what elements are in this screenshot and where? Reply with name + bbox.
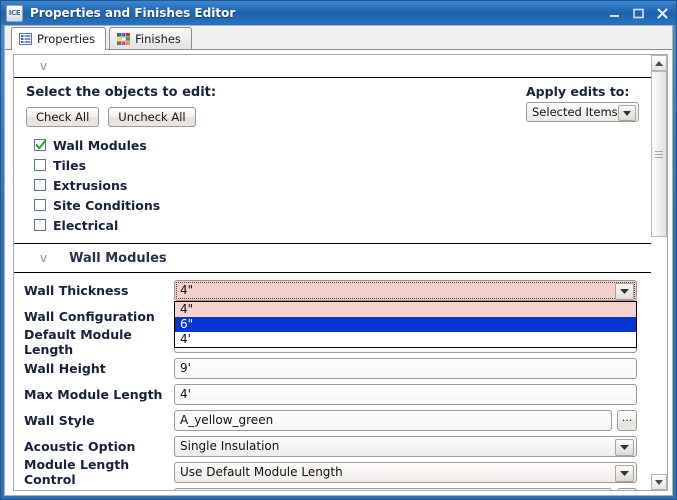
scrollbar-thumb[interactable] (651, 71, 667, 237)
tab-finishes-label: Finishes (135, 31, 181, 46)
input-max-module-length-value: 4' (180, 387, 191, 401)
scrollbar-track[interactable] (651, 71, 667, 474)
combo-module-length-control[interactable]: Use Default Module Length (174, 461, 637, 483)
panel-body: v Select the objects to edit: Apply edit… (5, 50, 672, 495)
checkbox-site-conditions[interactable] (34, 199, 46, 211)
tab-properties-label: Properties (37, 32, 96, 46)
scroll-down-button[interactable] (651, 474, 667, 490)
palette-icon (117, 32, 131, 45)
window-controls (607, 1, 670, 25)
client-area: Properties Finishes v Select the objects… (4, 25, 673, 496)
dropdown-option-2[interactable]: 4' (175, 332, 636, 347)
checkbox-label-electrical: Electrical (53, 217, 119, 233)
row-max-module-length: Max Module Length 4' (14, 381, 651, 407)
control-partial-next (174, 487, 637, 490)
properties-form: Wall Thickness 4" 4" 6" 4' Wall Configur… (14, 273, 651, 490)
browse-wall-style-button[interactable]: ... (617, 409, 637, 431)
checkbox-extrusions[interactable] (34, 179, 46, 191)
row-wall-height: Wall Height 9' (14, 355, 651, 381)
label-wall-configuration: Wall Configuration (24, 308, 155, 324)
checkbox-row-tiles[interactable]: Tiles (34, 155, 639, 175)
chevron-down-icon[interactable] (615, 464, 634, 482)
minimize-button[interactable] (607, 6, 622, 21)
input-partial-next[interactable] (174, 487, 612, 490)
tab-finishes[interactable]: Finishes (109, 27, 192, 49)
combo-wall-thickness-value: 4" (180, 283, 194, 297)
checkbox-row-electrical[interactable]: Electrical (34, 215, 639, 235)
input-wall-style[interactable]: A_yellow_green (174, 409, 612, 431)
checkbox-label-site-conditions: Site Conditions (53, 197, 161, 213)
select-objects-block: Select the objects to edit: Apply edits … (14, 78, 651, 235)
input-wall-style-value: A_yellow_green (180, 413, 274, 427)
chevron-down-icon[interactable]: v (40, 60, 47, 72)
checkbox-wall-modules[interactable] (34, 139, 47, 151)
form-inner: v Select the objects to edit: Apply edit… (14, 55, 651, 490)
tab-properties[interactable]: Properties (11, 27, 107, 50)
input-wall-height-value: 9' (180, 361, 191, 375)
label-wall-style: Wall Style (24, 412, 95, 428)
checkbox-row-extrusions[interactable]: Extrusions (34, 175, 639, 195)
vertical-scrollbar[interactable] (651, 54, 668, 491)
chevron-down-icon[interactable] (618, 105, 636, 121)
chevron-down-icon[interactable] (615, 282, 634, 300)
combo-module-length-control-value: Use Default Module Length (180, 465, 343, 479)
dropdown-option-1[interactable]: 6" (175, 316, 636, 332)
panel-collapse-row[interactable]: v (14, 55, 651, 78)
row-acoustic-option: Acoustic Option Single Insulation (14, 433, 651, 459)
row-wall-style: Wall Style A_yellow_green ... (14, 407, 651, 433)
apply-edits-select[interactable]: Selected Items (526, 102, 639, 122)
app-icon: ICE (6, 4, 23, 22)
input-max-module-length[interactable]: 4' (174, 383, 637, 405)
scroll-up-button[interactable] (651, 55, 667, 71)
tab-strip: Properties Finishes (5, 26, 672, 50)
control-max-module-length: 4' (174, 383, 637, 405)
object-checkbox-list: Wall Modules Tiles Extrusions Site Condi… (26, 135, 639, 235)
control-wall-thickness: 4" 4" 6" 4' (174, 279, 637, 348)
checkbox-label-extrusions: Extrusions (53, 177, 128, 193)
uncheck-all-button[interactable]: Uncheck All (108, 107, 196, 127)
scrollbar-grip-icon (655, 149, 663, 160)
control-wall-style: A_yellow_green ... (174, 409, 637, 431)
maximize-button[interactable] (631, 6, 646, 21)
control-acoustic-option: Single Insulation (174, 435, 637, 457)
row-wall-thickness: Wall Thickness 4" 4" 6" 4' (14, 277, 651, 348)
chevron-down-icon[interactable]: v (40, 252, 47, 264)
window-title: Properties and Finishes Editor (30, 6, 236, 20)
checkbox-tiles[interactable] (34, 159, 46, 171)
input-wall-height[interactable]: 9' (174, 357, 637, 379)
title-bar: ICE Properties and Finishes Editor (1, 1, 676, 25)
scroll-content: v Select the objects to edit: Apply edit… (13, 54, 651, 491)
combo-acoustic-option-value: Single Insulation (180, 439, 280, 453)
label-wall-height: Wall Height (24, 360, 106, 376)
group-header-label: Wall Modules (69, 250, 167, 266)
label-wall-thickness: Wall Thickness (24, 282, 129, 298)
close-button[interactable] (655, 6, 670, 21)
label-acoustic-option: Acoustic Option (24, 438, 136, 454)
checkbox-label-wall-modules: Wall Modules (53, 137, 147, 153)
apply-edits-label: Apply edits to: (526, 84, 630, 99)
chevron-down-icon[interactable] (615, 438, 634, 456)
control-module-length-control: Use Default Module Length (174, 461, 637, 483)
checkbox-row-wall-modules[interactable]: Wall Modules (34, 135, 639, 155)
row-partial-next (14, 485, 651, 490)
apply-edits-block: Apply edits to: Selected Items (526, 84, 639, 122)
checkbox-row-site-conditions[interactable]: Site Conditions (34, 195, 639, 215)
control-wall-height: 9' (174, 357, 637, 379)
browse-partial-next-button[interactable] (617, 487, 637, 490)
check-all-button[interactable]: Check All (26, 107, 100, 127)
combo-wall-thickness[interactable]: 4" (174, 279, 637, 301)
list-icon (19, 33, 32, 45)
application-window: ICE Properties and Finishes Editor Prope… (0, 0, 677, 500)
dropdown-wall-thickness-options[interactable]: 4" 6" 4' (174, 300, 637, 348)
checkbox-label-tiles: Tiles (53, 157, 87, 173)
checkbox-electrical[interactable] (34, 219, 46, 231)
dropdown-option-0[interactable]: 4" (175, 301, 636, 317)
row-module-length-control: Module Length Control Use Default Module… (14, 457, 651, 487)
apply-edits-value: Selected Items (532, 105, 618, 119)
label-max-module-length: Max Module Length (24, 386, 163, 402)
group-header-wall-modules[interactable]: v Wall Modules (14, 243, 651, 273)
label-default-module-length: Default Module Length (24, 327, 132, 357)
label-module-length-control: Module Length Control (24, 457, 130, 487)
combo-acoustic-option[interactable]: Single Insulation (174, 435, 637, 457)
